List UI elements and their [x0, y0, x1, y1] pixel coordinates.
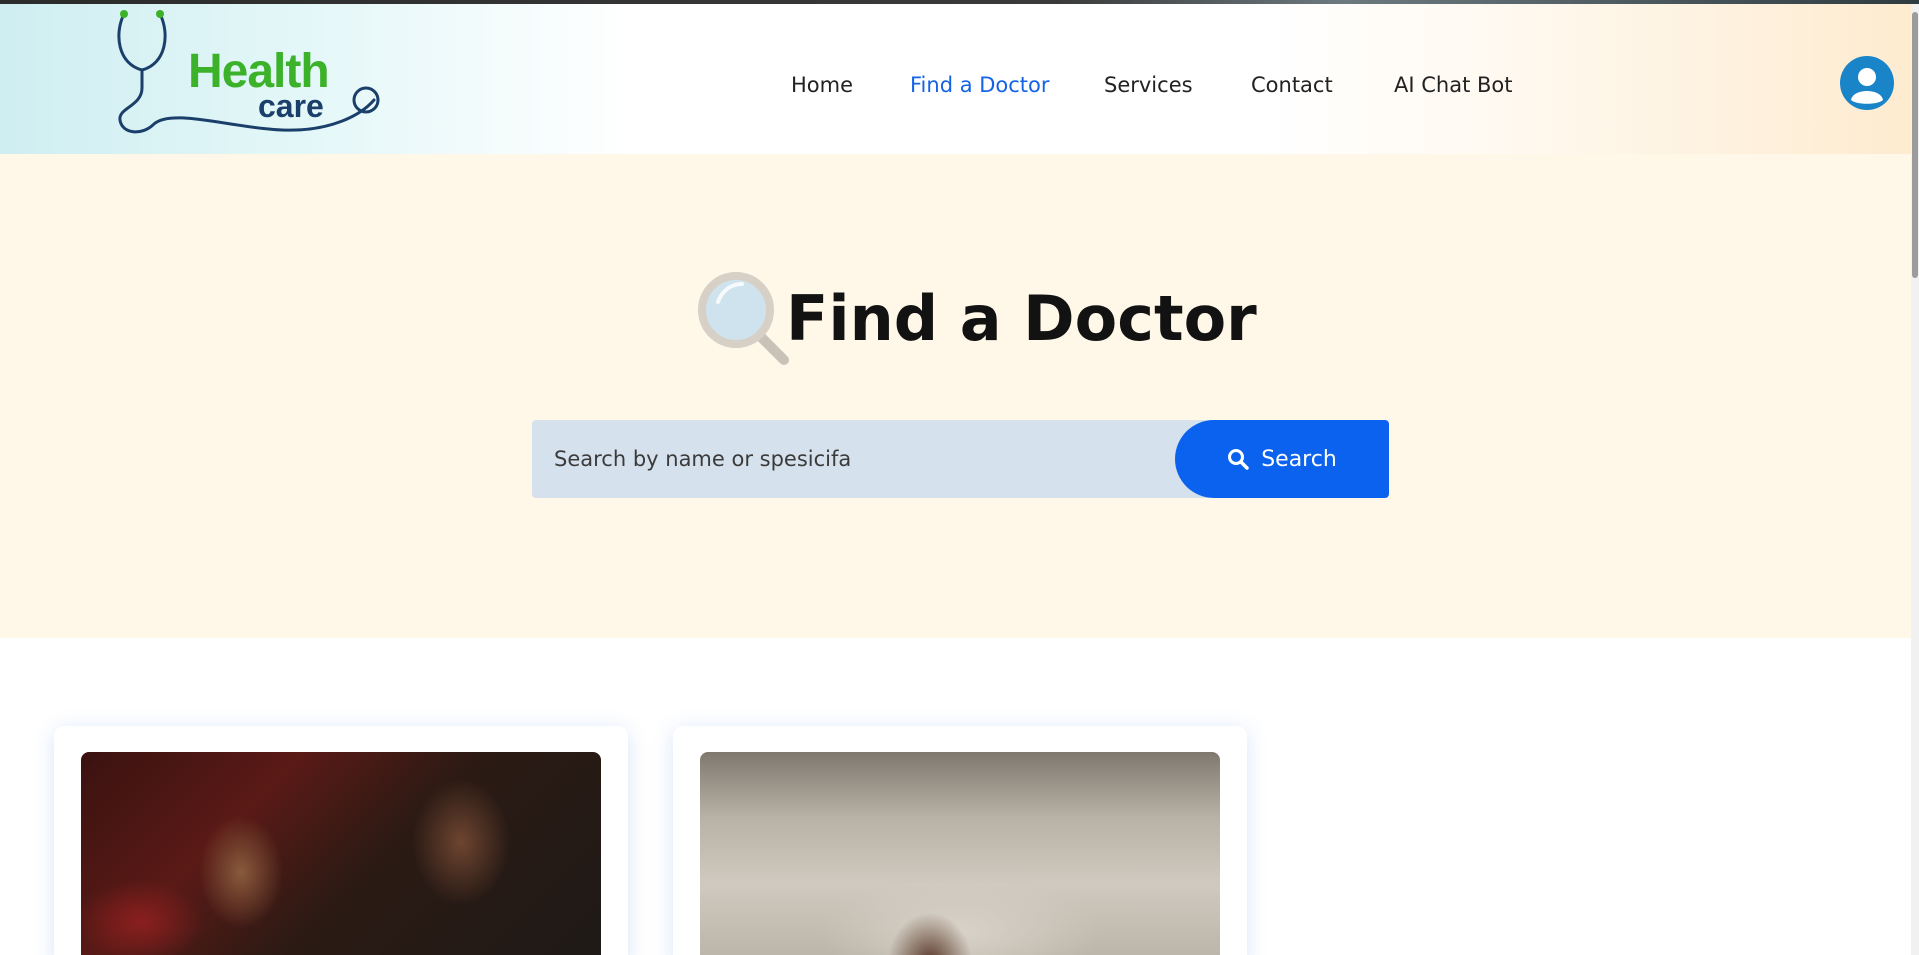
nav-find-a-doctor[interactable]: Find a Doctor — [910, 70, 1050, 100]
nav-contact[interactable]: Contact — [1251, 70, 1333, 100]
user-avatar-icon[interactable] — [1840, 56, 1894, 110]
page-title: Find a Doctor — [696, 268, 1257, 368]
find-doctor-hero: Find a Doctor Search — [0, 154, 1911, 638]
doctor-photo — [700, 752, 1220, 955]
nav-home[interactable]: Home — [791, 70, 853, 100]
search-icon — [1228, 449, 1249, 470]
magnifying-glass-icon — [698, 272, 789, 365]
doctor-photo — [81, 752, 601, 955]
doctor-card[interactable] — [54, 726, 628, 955]
doctor-card[interactable] — [673, 726, 1247, 955]
nav-ai-chat-bot[interactable]: AI Chat Bot — [1394, 70, 1512, 100]
search-button-label: Search — [1261, 446, 1337, 472]
doctor-search: Search — [532, 420, 1389, 498]
scrollbar-thumb[interactable] — [1912, 12, 1918, 278]
main-nav: Home Find a Doctor Services Contact AI C… — [0, 70, 1919, 100]
nav-services[interactable]: Services — [1104, 70, 1193, 100]
search-button[interactable]: Search — [1175, 420, 1389, 498]
search-input[interactable] — [532, 420, 1212, 498]
site-header: Health care Home Find a Doctor Services … — [0, 4, 1919, 154]
page-title-text: Find a Doctor — [786, 281, 1257, 355]
